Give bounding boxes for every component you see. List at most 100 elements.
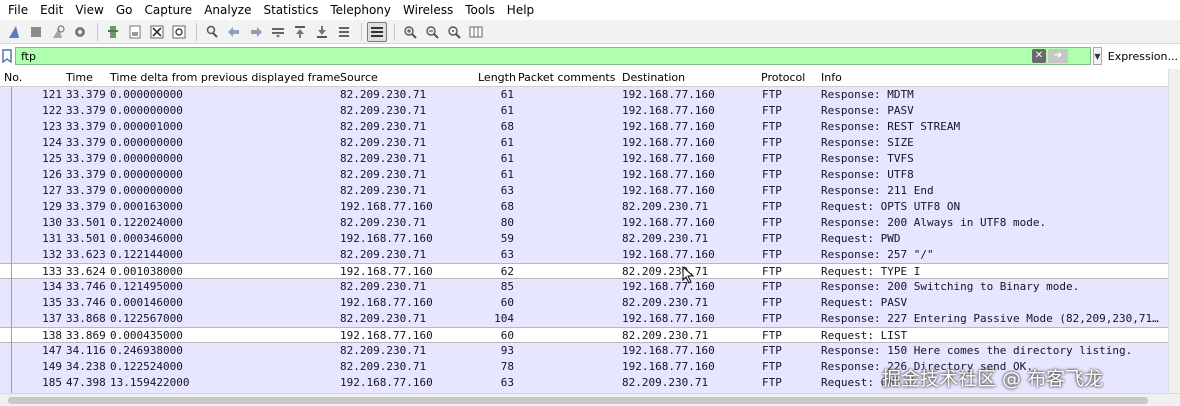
reload-icon[interactable] bbox=[169, 22, 189, 42]
menu-analyze[interactable]: Analyze bbox=[198, 0, 257, 20]
packet-delta: 0.000163000 bbox=[110, 200, 183, 213]
toolbar-separator bbox=[97, 22, 98, 41]
packet-row[interactable]: 124 33.379 0.000000000 82.209.230.71 61 192.1… bbox=[0, 135, 1180, 151]
clear-x-icon[interactable]: ✕ bbox=[1032, 49, 1046, 63]
packet-row[interactable]: 127 33.379 0.000000000 82.209.230.71 63 192.1… bbox=[0, 183, 1180, 199]
bookmark-icon[interactable] bbox=[2, 48, 12, 64]
horizontal-scroll-thumb[interactable] bbox=[8, 397, 1148, 404]
menu-tools[interactable]: Tools bbox=[459, 0, 501, 20]
packet-no: 126 bbox=[42, 168, 62, 181]
packet-proto: FTP bbox=[762, 136, 782, 149]
column-header-delta[interactable]: Time delta from previous displayed frame bbox=[110, 69, 340, 87]
horizontal-scrollbar[interactable] bbox=[0, 393, 1180, 406]
packet-row[interactable]: 130 33.501 0.122024000 82.209.230.71 80 192.1… bbox=[0, 215, 1180, 231]
packet-info: Response: 257 "/" bbox=[821, 248, 934, 261]
column-header-protocol[interactable]: Protocol bbox=[761, 69, 805, 87]
packet-len: 63 bbox=[500, 248, 514, 261]
packet-row[interactable]: 134 33.746 0.121495000 82.209.230.71 85 192.1… bbox=[0, 279, 1180, 295]
menu-wireless[interactable]: Wireless bbox=[397, 0, 459, 20]
packet-row[interactable]: 135 33.746 0.000146000 192.168.77.160 60 82.2… bbox=[0, 295, 1180, 311]
packet-proto: FTP bbox=[762, 329, 782, 342]
menu-go[interactable]: Go bbox=[110, 0, 139, 20]
vertical-scrollbar[interactable] bbox=[1168, 69, 1180, 393]
forward-arrow-icon[interactable] bbox=[246, 22, 266, 42]
display-filter-bar: ftp ✕ ➜ ▼ Expression... bbox=[0, 45, 1180, 67]
packet-dst: 192.168.77.160 bbox=[622, 184, 715, 197]
close-file-icon[interactable] bbox=[147, 22, 167, 42]
colorize-icon[interactable] bbox=[367, 21, 387, 42]
packet-no: 125 bbox=[42, 152, 62, 165]
packet-src: 192.168.77.160 bbox=[340, 232, 433, 245]
packet-list[interactable]: 121 33.379 0.000000000 82.209.230.71 61 192.1… bbox=[0, 87, 1180, 393]
menu-statistics[interactable]: Statistics bbox=[257, 0, 324, 20]
packet-row[interactable]: 121 33.379 0.000000000 82.209.230.71 61 192.1… bbox=[0, 87, 1180, 103]
packet-src: 82.209.230.71 bbox=[340, 280, 427, 293]
open-file-icon[interactable] bbox=[103, 22, 123, 42]
packet-len: 60 bbox=[500, 329, 514, 342]
packet-src: 82.209.230.71 bbox=[340, 136, 427, 149]
packet-no: 132 bbox=[42, 248, 62, 261]
go-to-packet-icon[interactable] bbox=[268, 22, 288, 42]
find-magnifier-icon[interactable] bbox=[202, 22, 222, 42]
packet-row[interactable]: 126 33.379 0.000000000 82.209.230.71 61 192.1… bbox=[0, 167, 1180, 183]
column-header-time[interactable]: Time bbox=[66, 69, 93, 87]
packet-info: Response: 227 Entering Passive Mode (82,… bbox=[821, 312, 1159, 325]
apply-arrow-icon[interactable]: ➜ bbox=[1048, 49, 1068, 63]
zoom-out-icon[interactable] bbox=[422, 22, 442, 42]
packet-row[interactable]: 122 33.379 0.000000000 82.209.230.71 61 192.1… bbox=[0, 103, 1180, 119]
packet-list-header: No. Time Time delta from previous displa… bbox=[0, 69, 1180, 87]
packet-info: Response: 200 Switching to Binary mode. bbox=[821, 280, 1080, 293]
save-file-icon[interactable] bbox=[125, 22, 145, 42]
menu-capture[interactable]: Capture bbox=[138, 0, 198, 20]
expression-button[interactable]: Expression... bbox=[1108, 50, 1178, 63]
packet-len: 61 bbox=[500, 168, 514, 181]
first-packet-icon[interactable] bbox=[290, 22, 310, 42]
packet-row[interactable]: 133 33.624 0.001038000 192.168.77.160 62 82.2… bbox=[0, 263, 1180, 279]
column-header-length[interactable]: Length bbox=[478, 69, 516, 87]
stop-square-icon[interactable] bbox=[26, 22, 46, 42]
packet-proto: FTP bbox=[762, 296, 782, 309]
packet-row[interactable]: 147 34.116 0.246938000 82.209.230.71 93 192.1… bbox=[0, 343, 1180, 359]
packet-delta: 0.122024000 bbox=[110, 216, 183, 229]
resize-columns-icon[interactable] bbox=[466, 22, 486, 42]
zoom-in-icon[interactable] bbox=[400, 22, 420, 42]
packet-info: Response: MDTM bbox=[821, 88, 914, 101]
packet-row[interactable]: 137 33.868 0.122567000 82.209.230.71 104 192.… bbox=[0, 311, 1180, 327]
column-header-comments[interactable]: Packet comments bbox=[518, 69, 615, 87]
options-gear-icon[interactable] bbox=[70, 22, 90, 42]
packet-row[interactable]: 132 33.623 0.122144000 82.209.230.71 63 192.1… bbox=[0, 247, 1180, 263]
last-packet-icon[interactable] bbox=[312, 22, 332, 42]
autoscroll-icon[interactable] bbox=[334, 22, 354, 42]
watermark-text: 掘金技术社区 @ 布客飞龙 bbox=[882, 368, 1104, 390]
packet-no: 123 bbox=[42, 120, 62, 133]
menu-telephony[interactable]: Telephony bbox=[324, 0, 397, 20]
packet-src: 82.209.230.71 bbox=[340, 360, 427, 373]
packet-row[interactable]: 129 33.379 0.000163000 192.168.77.160 68 82.2… bbox=[0, 199, 1180, 215]
menu-help[interactable]: Help bbox=[501, 0, 540, 20]
packet-row[interactable]: 125 33.379 0.000000000 82.209.230.71 61 192.1… bbox=[0, 151, 1180, 167]
shark-fin-start-icon[interactable] bbox=[4, 22, 24, 42]
packet-proto: FTP bbox=[762, 360, 782, 373]
packet-row[interactable]: 138 33.869 0.000435000 192.168.77.160 60 82.2… bbox=[0, 327, 1180, 343]
packet-dst: 192.168.77.160 bbox=[622, 216, 715, 229]
column-header-source[interactable]: Source bbox=[340, 69, 378, 87]
menu-view[interactable]: View bbox=[69, 0, 109, 20]
chevron-down-icon[interactable]: ▼ bbox=[1093, 47, 1102, 65]
packet-row[interactable]: 123 33.379 0.000001000 82.209.230.71 68 192.1… bbox=[0, 119, 1180, 135]
packet-len: 62 bbox=[500, 265, 514, 278]
column-header-destination[interactable]: Destination bbox=[622, 69, 685, 87]
column-header-info[interactable]: Info bbox=[821, 69, 842, 87]
back-arrow-icon[interactable] bbox=[224, 22, 244, 42]
packet-src: 192.168.77.160 bbox=[340, 265, 433, 278]
column-header-no[interactable]: No. bbox=[4, 69, 22, 87]
restart-fin-icon[interactable] bbox=[48, 22, 68, 42]
menu-file[interactable]: File bbox=[2, 0, 34, 20]
packet-row[interactable]: 131 33.501 0.000346000 192.168.77.160 59 82.2… bbox=[0, 231, 1180, 247]
display-filter-input[interactable]: ftp ✕ ➜ bbox=[15, 47, 1091, 65]
zoom-normal-icon[interactable] bbox=[444, 22, 464, 42]
packet-dst: 192.168.77.160 bbox=[622, 88, 715, 101]
packet-dst: 192.168.77.160 bbox=[622, 248, 715, 261]
menu-edit[interactable]: Edit bbox=[34, 0, 69, 20]
packet-proto: FTP bbox=[762, 120, 782, 133]
packet-dst: 192.168.77.160 bbox=[622, 136, 715, 149]
